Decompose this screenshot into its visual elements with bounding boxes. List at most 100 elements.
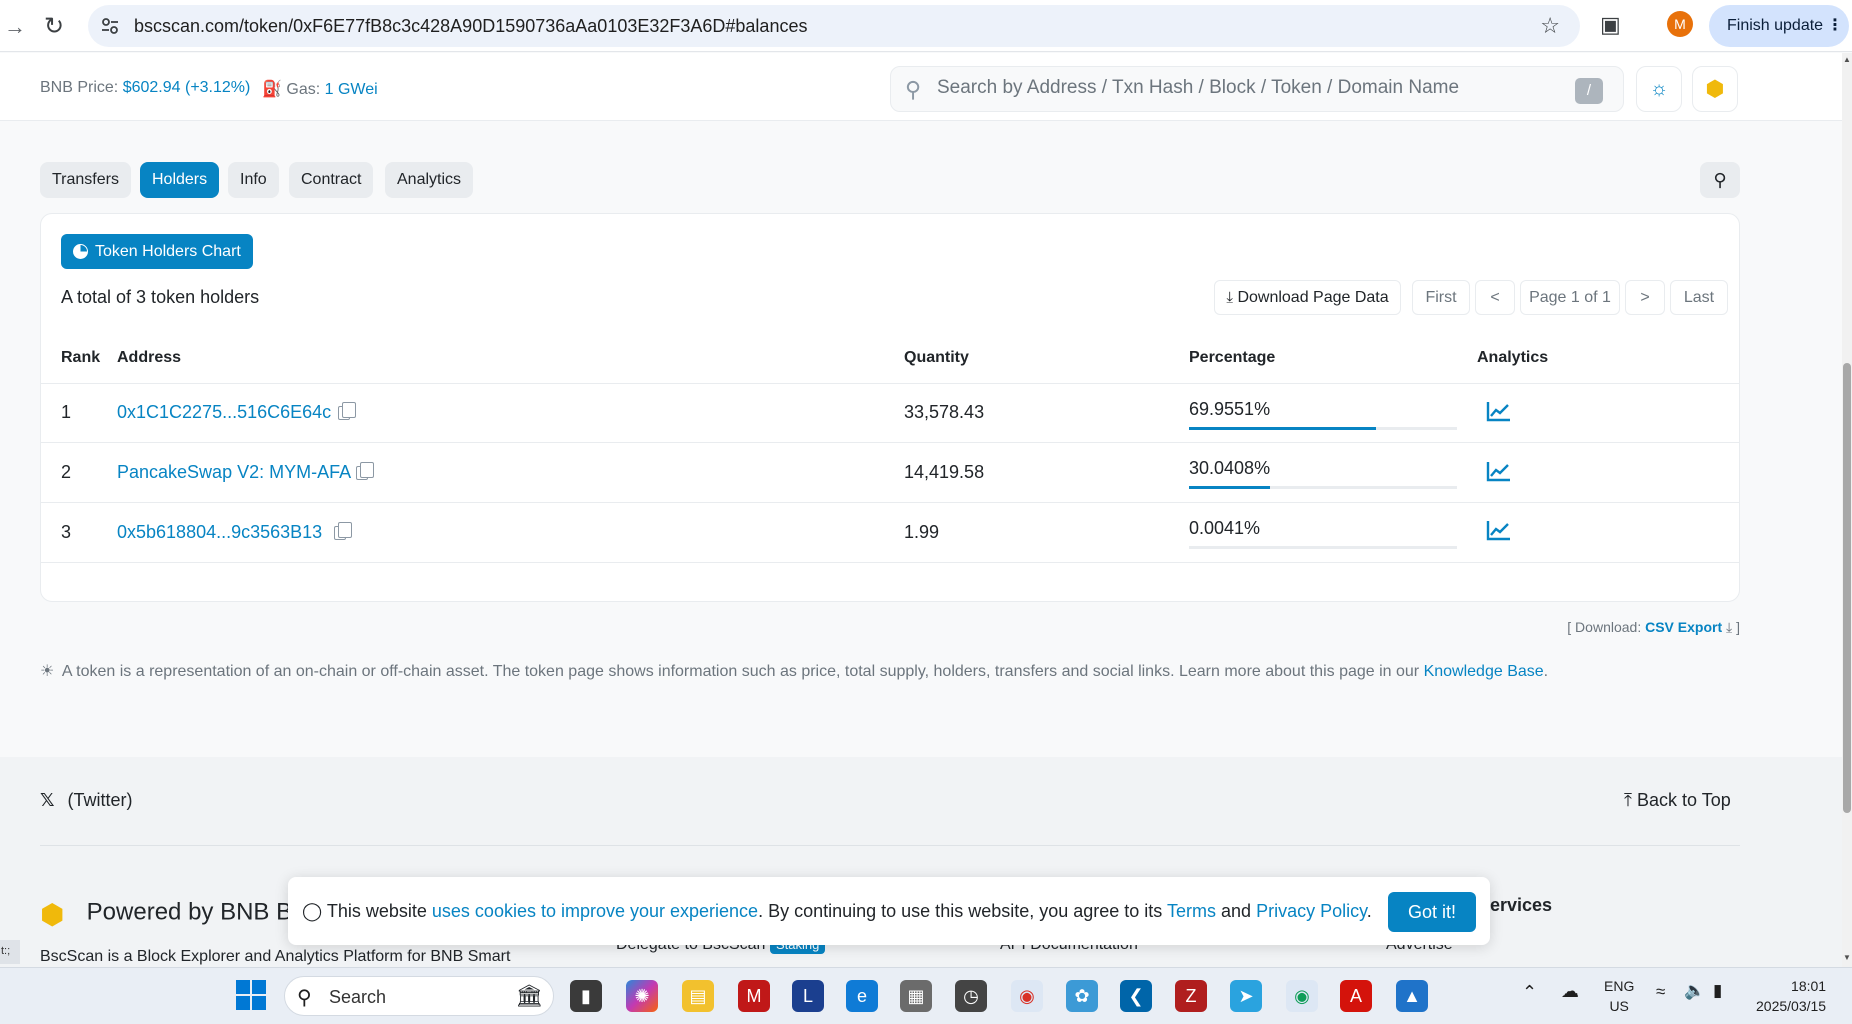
pager-prev-button[interactable]: <	[1475, 280, 1515, 315]
theme-toggle-button[interactable]: ☼	[1636, 66, 1682, 112]
wifi-icon[interactable]: ≈	[1656, 982, 1665, 1002]
region-code: US	[1609, 998, 1629, 1014]
copy-icon[interactable]	[356, 462, 374, 480]
cookie-text-2: . By continuing to use this website, you…	[758, 901, 1163, 921]
terms-link[interactable]: Terms	[1167, 901, 1216, 921]
rank-cell: 2	[61, 462, 72, 482]
tab-contract[interactable]: Contract	[289, 162, 374, 198]
task-view-icon[interactable]: ▮	[570, 980, 602, 1012]
tab-info[interactable]: Info	[228, 162, 279, 198]
copy-icon[interactable]	[334, 522, 352, 540]
filezilla-icon[interactable]: Z	[1175, 980, 1207, 1012]
holder-address-link[interactable]: 0x5b618804...9c3563B13	[117, 522, 322, 543]
site-header: BNB Price: $602.94 (+3.12%) ⛽ Gas: 1 GWe…	[0, 53, 1842, 121]
holder-address-link[interactable]: PancakeSwap V2: MYM-AFA	[117, 462, 351, 483]
bnb-network-button[interactable]: ⬢	[1692, 66, 1738, 112]
cookie-accept-button[interactable]: Got it!	[1388, 892, 1476, 932]
scrollbar-thumb[interactable]	[1843, 363, 1851, 813]
copy-icon[interactable]	[338, 402, 356, 420]
analytics-chart-icon[interactable]	[1486, 400, 1512, 422]
analytics-chart-icon[interactable]	[1486, 460, 1512, 482]
edge-icon[interactable]: e	[846, 980, 878, 1012]
pager-last-button[interactable]: Last	[1670, 280, 1728, 315]
l-app-icon[interactable]: L	[792, 980, 824, 1012]
analytics-chart-icon[interactable]	[1486, 519, 1512, 541]
search-icon: ⚲	[1713, 170, 1727, 190]
gas-price: ⛽ Gas: 1 GWei	[262, 79, 378, 99]
battery-icon[interactable]: ▮	[1713, 981, 1722, 1001]
calculator-icon[interactable]: ▦	[900, 980, 932, 1012]
back-to-top-label: Back to Top	[1636, 790, 1731, 810]
tab-analytics[interactable]: Analytics	[385, 162, 474, 198]
cookie-policy-link[interactable]: uses cookies to improve your experience	[432, 901, 758, 921]
copilot-icon[interactable]: ✺	[626, 980, 658, 1012]
tab-transfers[interactable]: Transfers	[40, 162, 131, 198]
token-holders-chart-button[interactable]: Token Holders Chart	[61, 234, 253, 269]
column-header-quantity: Quantity	[904, 349, 969, 366]
back-arrow-icon[interactable]: →	[4, 14, 26, 40]
percentage-bar	[1189, 546, 1457, 549]
chrome-alt-icon[interactable]: ◉	[1286, 980, 1318, 1012]
token-holders-chart-label: Token Holders Chart	[95, 243, 241, 260]
tab-search-button[interactable]: ⚲	[1700, 162, 1740, 198]
tray-overflow-icon[interactable]: ⌃	[1522, 982, 1537, 1003]
header-divider	[41, 383, 1739, 384]
pager-next-button[interactable]: >	[1625, 280, 1665, 315]
taskbar-search[interactable]: ⚲ Search 🏛	[284, 976, 554, 1016]
bnb-price-value[interactable]: $602.94 (+3.12%)	[123, 79, 251, 96]
search-shortcut-key: /	[1575, 78, 1603, 104]
profile-avatar[interactable]: M	[1667, 11, 1693, 37]
scroll-down-arrow-icon[interactable]: ▼	[1843, 953, 1851, 962]
row-divider	[41, 562, 1739, 563]
taskbar-clock[interactable]: 18:01 2025/03/15	[1756, 976, 1826, 1016]
tab-holders[interactable]: Holders	[140, 162, 220, 198]
info-note-text: A token is a representation of an on-cha…	[61, 663, 1420, 680]
extensions-icon[interactable]: ▣	[1600, 12, 1621, 38]
search-input[interactable]	[937, 77, 1557, 99]
language-indicator[interactable]: ENG US	[1604, 976, 1634, 1016]
chrome-icon[interactable]: ◉	[1011, 980, 1043, 1012]
gas-pump-icon: ⛽	[262, 81, 282, 98]
acrobat-icon[interactable]: A	[1340, 980, 1372, 1012]
download-page-data-button[interactable]: ⤓ Download Page Data	[1214, 280, 1401, 315]
row-divider	[41, 502, 1739, 503]
mcafee-icon[interactable]: M	[738, 980, 770, 1012]
pager-first-button[interactable]: First	[1412, 280, 1470, 315]
pie-chart-icon	[73, 244, 88, 259]
volume-icon[interactable]: 🔈	[1684, 981, 1705, 1001]
bookmark-star-icon[interactable]: ☆	[1540, 13, 1560, 39]
reload-icon[interactable]: ↻	[44, 12, 64, 41]
scroll-up-arrow-icon[interactable]: ▲	[1843, 55, 1851, 64]
site-settings-icon[interactable]	[100, 16, 120, 36]
percentage-bar	[1189, 427, 1457, 430]
more-menu-icon[interactable]: ⋮	[1827, 15, 1843, 35]
address-bar[interactable]: bscscan.com/token/0xF6E77fB8c3c428A90D15…	[88, 5, 1580, 47]
back-to-top-link[interactable]: ⤒ Back to Top	[1624, 790, 1731, 811]
photos-icon[interactable]: ▲	[1396, 980, 1428, 1012]
telegram-icon[interactable]: ➤	[1230, 980, 1262, 1012]
lightbulb-icon: ☀	[40, 663, 55, 680]
finish-update-label: Finish update	[1727, 17, 1824, 34]
quantity-cell: 1.99	[904, 522, 940, 542]
paint-icon[interactable]: ✿	[1066, 980, 1098, 1012]
holder-address-link[interactable]: 0x1C1C2275...516C6E64c	[117, 402, 331, 423]
knowledge-base-link[interactable]: Knowledge Base	[1424, 663, 1544, 680]
page-scrollbar[interactable]: ▲ ▼	[1842, 53, 1852, 967]
percentage-cell: 69.9551%	[1189, 399, 1271, 419]
vscode-icon[interactable]: ❮	[1120, 980, 1152, 1012]
gas-value[interactable]: 1 GWei	[325, 81, 378, 98]
onedrive-icon[interactable]: ☁	[1561, 981, 1579, 1002]
finish-update-button[interactable]: Finish update ⋮	[1709, 5, 1849, 47]
gas-label: Gas:	[286, 81, 321, 98]
csv-export-link[interactable]: CSV Export	[1645, 619, 1722, 635]
clock-app-icon[interactable]: ◷	[955, 980, 987, 1012]
cookie-text-4: .	[1366, 901, 1372, 921]
percentage-cell: 0.0041%	[1189, 518, 1261, 538]
windows-start-icon[interactable]	[236, 980, 266, 1010]
twitter-link[interactable]: 𝕏 (Twitter)	[40, 790, 133, 811]
file-explorer-icon[interactable]: ▤	[682, 980, 714, 1012]
clock-date: 2025/03/15	[1756, 998, 1827, 1014]
download-suffix: ]	[1736, 619, 1740, 635]
download-icon[interactable]: ⤓	[1726, 619, 1732, 635]
privacy-policy-link[interactable]: Privacy Policy	[1256, 901, 1367, 921]
